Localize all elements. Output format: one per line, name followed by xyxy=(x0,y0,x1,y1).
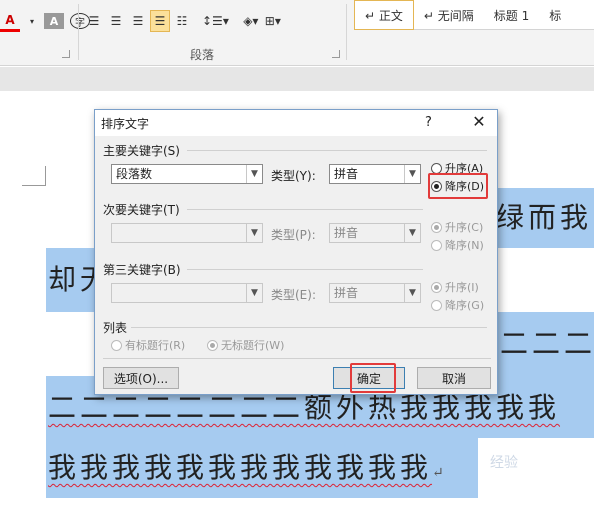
font-dialog-launcher-icon[interactable] xyxy=(62,50,70,58)
chevron-down-icon: ▼ xyxy=(246,224,262,242)
no-header-row-radio[interactable]: 无标题行(W) xyxy=(207,337,284,353)
secondary-ascending-label: 升序(C) xyxy=(445,221,484,234)
annotation-highlight-box xyxy=(428,173,488,199)
doc-line-1[interactable]: 绿而我 xyxy=(490,188,594,248)
font-color-button[interactable]: A xyxy=(0,10,20,32)
radio-circle-selected xyxy=(431,221,442,233)
paragraph-dialog-launcher-icon[interactable] xyxy=(332,50,340,58)
tertiary-ascending-radio[interactable]: 升序(I) xyxy=(431,279,479,295)
align-center-icon[interactable]: ☰ xyxy=(106,10,126,32)
radio-circle xyxy=(431,162,442,174)
chevron-down-icon: ▼ xyxy=(404,224,420,242)
radio-circle-selected xyxy=(207,339,218,351)
tertiary-type-select[interactable]: 拼音 ▼ xyxy=(329,283,421,303)
radio-circle xyxy=(111,339,122,351)
help-icon[interactable]: ? xyxy=(425,115,432,130)
tertiary-descending-label: 降序(G) xyxy=(445,299,485,312)
style-normal[interactable]: ↵ 正文 xyxy=(354,0,414,30)
close-icon[interactable]: ✕ xyxy=(467,112,491,131)
secondary-descending-label: 降序(N) xyxy=(445,239,484,252)
primary-key-label: 主要关键字(S) xyxy=(103,144,180,158)
radio-circle xyxy=(431,299,442,311)
chevron-down-icon: ▼ xyxy=(404,284,420,302)
style-heading-2[interactable]: 标 xyxy=(539,0,571,30)
style-heading-1[interactable]: 标题 1 xyxy=(484,0,539,30)
primary-key-select[interactable]: 段落数 ▼ xyxy=(111,164,263,184)
line-spacing-icon[interactable]: ↕☰▾ xyxy=(202,10,229,32)
document-gutter xyxy=(0,67,594,91)
style-no-spacing[interactable]: ↵ 无间隔 xyxy=(414,0,484,30)
secondary-key-label: 次要关键字(T) xyxy=(103,203,180,217)
shading-icon[interactable]: ◈▾ xyxy=(241,10,261,32)
distributed-icon[interactable]: ☷ xyxy=(172,10,192,32)
align-left-icon[interactable]: ☰ xyxy=(84,10,104,32)
has-header-row-label: 有标题行(R) xyxy=(125,339,186,352)
primary-type-select[interactable]: 拼音 ▼ xyxy=(329,164,421,184)
styles-gallery: ↵ 正文 ↵ 无间隔 标题 1 标 xyxy=(354,0,594,30)
sort-text-dialog: 排序文字 ? ✕ 主要关键字(S) 段落数 ▼ 类型(Y): 拼音 ▼ 升序(A… xyxy=(94,109,498,395)
doc-line-3[interactable]: 二二二 xyxy=(490,312,594,376)
secondary-key-select[interactable]: ▼ xyxy=(111,223,263,243)
dialog-titlebar[interactable]: 排序文字 ? ✕ xyxy=(95,110,497,136)
annotation-highlight-box xyxy=(350,363,396,393)
tertiary-ascending-label: 升序(I) xyxy=(445,281,479,294)
no-header-row-label: 无标题行(W) xyxy=(221,339,285,352)
chevron-down-icon[interactable]: ▾ xyxy=(22,10,42,32)
tertiary-key-label: 第三关键字(B) xyxy=(103,263,181,277)
doc-line-5-text: 我我我我我我我我我我我我 xyxy=(48,451,433,484)
tertiary-type-label: 类型(E): xyxy=(271,288,316,302)
radio-circle xyxy=(431,239,442,251)
margin-corner-mark xyxy=(22,166,46,186)
borders-icon[interactable]: ⊞▾ xyxy=(263,10,283,32)
ribbon: A ▾ A 字 ☰ ☰ ☰ ☰ ☷ ↕☰▾ ◈▾ ⊞▾ 段落 ↵ 正文 ↵ 无间… xyxy=(0,0,594,66)
secondary-type-value: 拼音 xyxy=(334,226,359,240)
has-header-row-radio[interactable]: 有标题行(R) xyxy=(111,337,185,353)
watermark: 经验 xyxy=(490,455,518,471)
chevron-down-icon: ▼ xyxy=(246,284,262,302)
secondary-type-select[interactable]: 拼音 ▼ xyxy=(329,223,421,243)
paragraph-mark: ↵ xyxy=(432,465,444,481)
character-shading-button[interactable]: A xyxy=(44,13,64,29)
cancel-button[interactable]: 取消 xyxy=(417,367,491,389)
align-right-icon[interactable]: ☰ xyxy=(128,10,148,32)
doc-line-5[interactable]: 我我我我我我我我我我我我↵ xyxy=(46,438,478,498)
paragraph-tools: ☰ ☰ ☰ ☰ ☷ ↕☰▾ ◈▾ ⊞▾ xyxy=(84,8,285,34)
options-button[interactable]: 选项(O)... xyxy=(103,367,179,389)
justify-icon[interactable]: ☰ xyxy=(150,10,170,32)
primary-type-value: 拼音 xyxy=(334,167,359,181)
list-label: 列表 xyxy=(103,321,128,335)
primary-key-value: 段落数 xyxy=(116,167,153,181)
paragraph-group-label: 段落 xyxy=(190,48,215,62)
chevron-down-icon: ▼ xyxy=(404,165,420,183)
secondary-ascending-radio[interactable]: 升序(C) xyxy=(431,219,483,235)
radio-circle-selected xyxy=(431,281,442,293)
tertiary-key-select[interactable]: ▼ xyxy=(111,283,263,303)
chevron-down-icon: ▼ xyxy=(246,165,262,183)
tertiary-descending-radio[interactable]: 降序(G) xyxy=(431,297,484,313)
tertiary-type-value: 拼音 xyxy=(334,286,359,300)
secondary-descending-radio[interactable]: 降序(N) xyxy=(431,237,484,253)
primary-type-label: 类型(Y): xyxy=(271,169,316,183)
dialog-title: 排序文字 xyxy=(101,116,150,131)
doc-line-4-text: 二二二二二二二二额外热我我我我我 xyxy=(48,391,561,424)
secondary-type-label: 类型(P): xyxy=(271,228,316,242)
